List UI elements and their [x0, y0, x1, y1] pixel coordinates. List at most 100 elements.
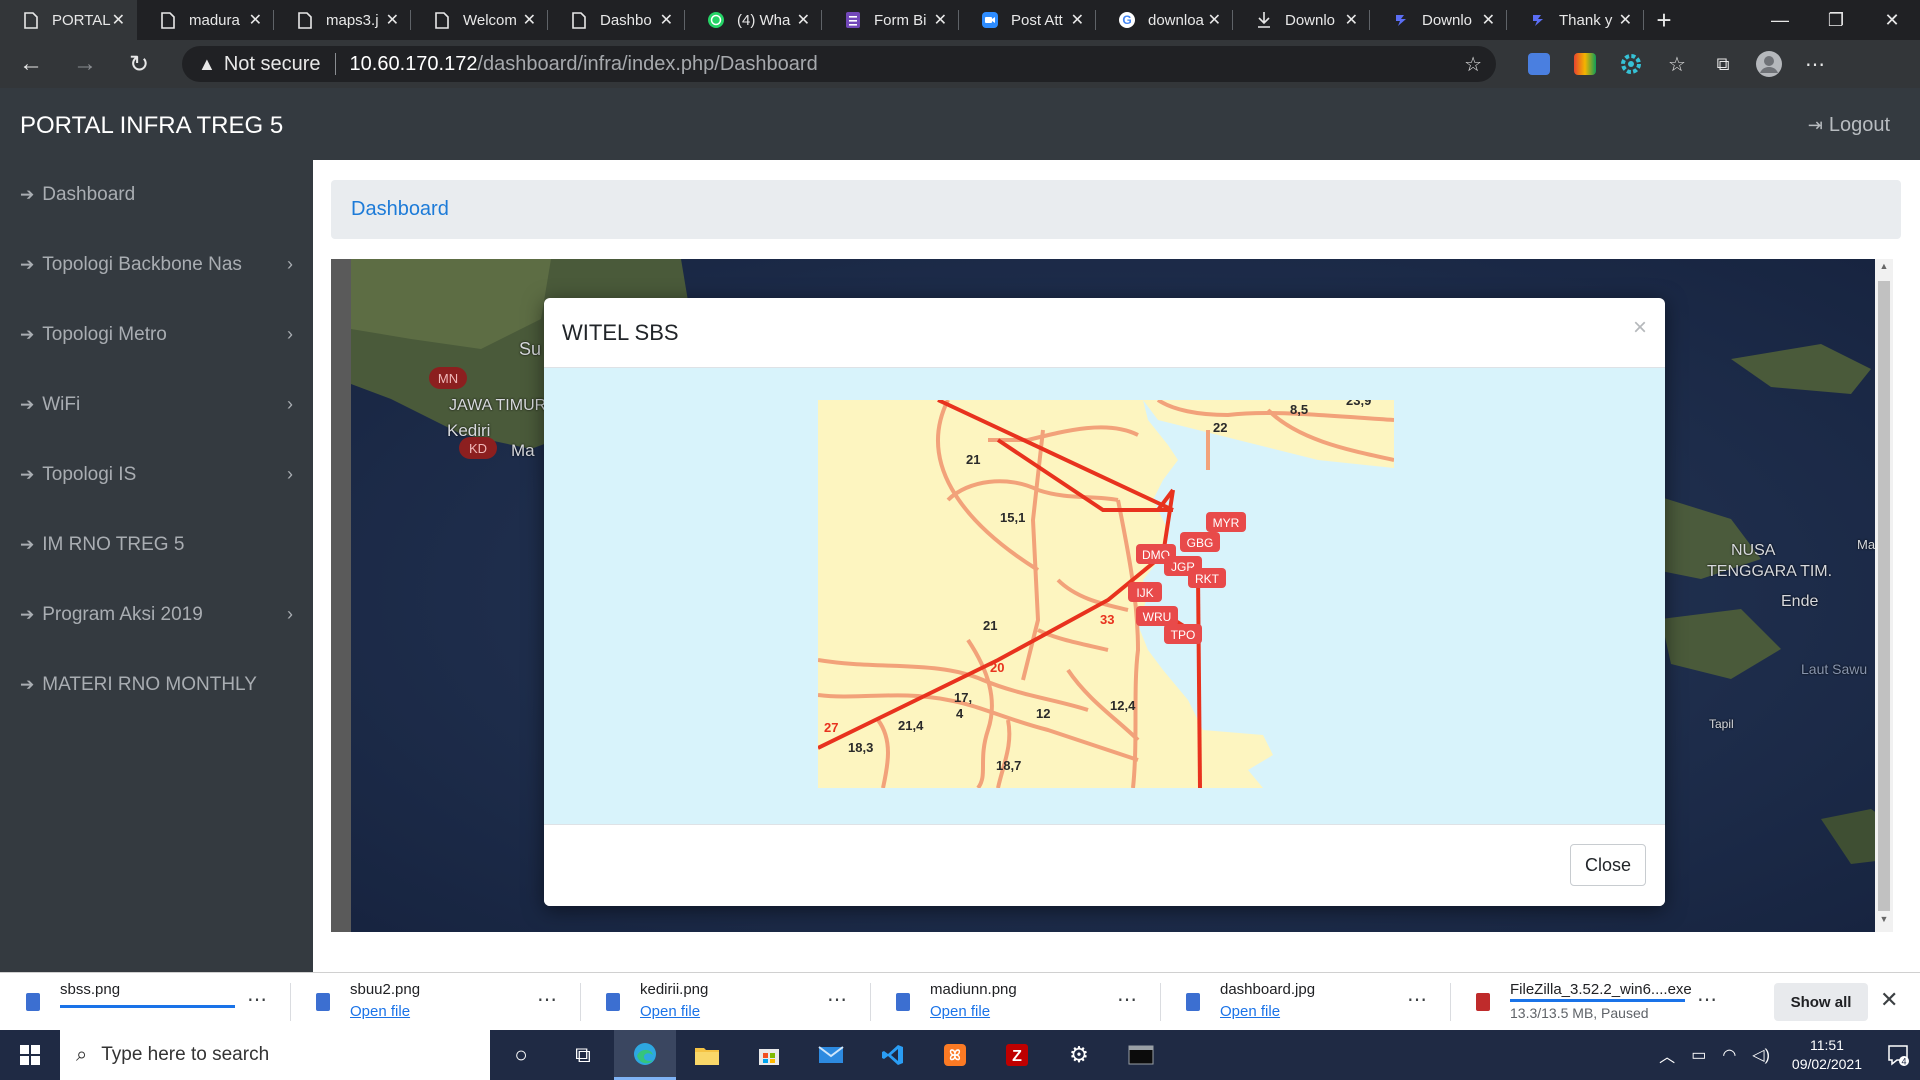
more-options-icon[interactable]: ⋯ [1697, 987, 1718, 1012]
tab-whatsapp[interactable]: (4) Wha ✕ [685, 0, 822, 40]
close-tab-icon[interactable]: ✕ [1482, 10, 1495, 30]
volume-icon[interactable]: ◁) [1752, 1045, 1770, 1065]
new-tab-button[interactable]: + [1644, 0, 1684, 40]
download-item[interactable]: madiunn.png Open file ⋯ [870, 973, 1160, 1031]
url-path[interactable]: /dashboard/infra/index.php/Dashboard [477, 53, 817, 76]
battery-icon[interactable]: ▭ [1691, 1045, 1706, 1065]
close-tab-icon[interactable]: ✕ [934, 10, 947, 30]
more-options-icon[interactable]: ⋯ [1407, 987, 1428, 1012]
minimize-icon[interactable]: — [1752, 0, 1808, 40]
security-status[interactable]: Not secure [224, 53, 321, 76]
download-item[interactable]: sbuu2.png Open file ⋯ [290, 973, 580, 1031]
close-tab-icon[interactable]: ✕ [1208, 10, 1221, 30]
tab-post-attendance[interactable]: Post Att ✕ [959, 0, 1096, 40]
colorful-extension-icon[interactable] [1562, 44, 1608, 84]
site-label[interactable]: WRU [1143, 610, 1172, 624]
open-file-link[interactable]: Open file [1220, 1003, 1280, 1020]
close-tab-icon[interactable]: ✕ [1345, 10, 1358, 30]
map-marker-mn[interactable]: MN [429, 367, 467, 389]
tray-chevron-up-icon[interactable]: ︿ [1659, 1043, 1675, 1067]
modal-close-icon[interactable]: × [1633, 314, 1647, 342]
breadcrumb-dashboard-link[interactable]: Dashboard [351, 198, 449, 221]
file-explorer-icon[interactable] [676, 1030, 738, 1080]
witel-sbs-map[interactable]: 21 15,1 21 20 27 18,3 21,4 17, 4 12 12,4… [818, 400, 1394, 788]
tab-welcome[interactable]: Welcom ✕ [411, 0, 548, 40]
tab-dashboard[interactable]: Dashbo ✕ [548, 0, 685, 40]
sidebar-item-wifi[interactable]: ➔ WiFi › [0, 370, 313, 440]
close-tab-icon[interactable]: ✕ [523, 10, 536, 30]
download-item[interactable]: kedirii.png Open file ⋯ [580, 973, 870, 1031]
more-options-icon[interactable]: ⋯ [1117, 987, 1138, 1012]
settings-gear-icon[interactable]: ⚙ [1048, 1030, 1110, 1080]
scroll-up-icon[interactable]: ▲ [1875, 261, 1893, 277]
tab-portal[interactable]: PORTAL ✕ [0, 0, 137, 40]
scroll-thumb[interactable] [1878, 281, 1890, 911]
sidebar-item-topologi-metro[interactable]: ➔ Topologi Metro › [0, 300, 313, 370]
wifi-icon[interactable]: ◠ [1722, 1045, 1736, 1065]
app-brand[interactable]: PORTAL INFRA TREG 5 [20, 112, 283, 140]
sidebar-item-im-rno[interactable]: ➔ IM RNO TREG 5 [0, 510, 313, 580]
modal-close-button[interactable]: Close [1570, 844, 1646, 886]
more-options-icon[interactable]: ⋯ [827, 987, 848, 1012]
close-tab-icon[interactable]: ✕ [112, 10, 125, 30]
site-label[interactable]: RKT [1195, 572, 1220, 586]
close-downloads-icon[interactable]: ✕ [1880, 987, 1898, 1013]
more-options-icon[interactable]: ⋯ [537, 987, 558, 1012]
close-tab-icon[interactable]: ✕ [1071, 10, 1084, 30]
cortana-icon[interactable]: ○ [490, 1030, 552, 1080]
windows-start-icon[interactable] [0, 1030, 60, 1080]
open-file-link[interactable]: Open file [930, 1003, 990, 1020]
task-view-icon[interactable]: ⧉ [552, 1030, 614, 1080]
translate-extension-icon[interactable] [1516, 44, 1562, 84]
back-icon[interactable]: ← [8, 44, 54, 84]
xampp-icon[interactable]: ꕤ [924, 1030, 986, 1080]
logout-link[interactable]: ⇥ Logout [1808, 114, 1890, 137]
open-file-link[interactable]: Open file [350, 1003, 410, 1020]
close-tab-icon[interactable]: ✕ [660, 10, 673, 30]
open-file-link[interactable]: Open file [640, 1003, 700, 1020]
edge-browser-icon[interactable] [614, 1030, 676, 1080]
taskbar-clock[interactable]: 11:51 09/02/2021 [1792, 1036, 1862, 1074]
address-bar[interactable]: ▲ Not secure 10.60.170.172/dashboard/inf… [182, 46, 1496, 82]
gear-extension-icon[interactable] [1608, 44, 1654, 84]
warning-icon[interactable]: ▲ [198, 54, 216, 75]
vscode-icon[interactable] [862, 1030, 924, 1080]
profile-avatar-icon[interactable] [1746, 44, 1792, 84]
reload-icon[interactable]: ↻ [116, 44, 162, 84]
forward-icon[interactable]: → [62, 44, 108, 84]
terminal-icon[interactable] [1110, 1030, 1172, 1080]
collections-icon[interactable]: ⧉ [1700, 44, 1746, 84]
microsoft-store-icon[interactable] [738, 1030, 800, 1080]
sidebar-item-dashboard[interactable]: ➔ Dashboard [0, 160, 313, 230]
download-item[interactable]: sbss.png ⋯ [0, 973, 290, 1031]
tab-download-2[interactable]: Downlo ✕ [1370, 0, 1507, 40]
tab-download-1[interactable]: Downlo ✕ [1233, 0, 1370, 40]
sidebar-item-materi-rno[interactable]: ➔ MATERI RNO MONTHLY [0, 650, 313, 720]
more-menu-icon[interactable]: ⋯ [1792, 44, 1838, 84]
show-all-downloads-button[interactable]: Show all [1774, 983, 1868, 1021]
tab-google-download[interactable]: G downloa ✕ [1096, 0, 1233, 40]
tab-maps3[interactable]: maps3.j ✕ [274, 0, 411, 40]
notification-center-icon[interactable]: 4 [1876, 1030, 1920, 1080]
favorites-icon[interactable]: ☆ [1654, 44, 1700, 84]
site-label[interactable]: GBG [1187, 536, 1214, 550]
sidebar-item-topologi-backbone[interactable]: ➔ Topologi Backbone Nas › [0, 230, 313, 300]
more-options-icon[interactable]: ⋯ [247, 987, 268, 1012]
sidebar-item-topologi-is[interactable]: ➔ Topologi IS › [0, 440, 313, 510]
bookmark-star-icon[interactable]: ☆ [1464, 52, 1482, 77]
tab-thank-you[interactable]: Thank y ✕ [1507, 0, 1644, 40]
scroll-down-icon[interactable]: ▼ [1875, 914, 1893, 930]
restore-icon[interactable]: ❐ [1808, 0, 1864, 40]
close-tab-icon[interactable]: ✕ [1619, 10, 1632, 30]
site-label[interactable]: TPO [1171, 628, 1196, 642]
site-label[interactable]: IJK [1136, 586, 1153, 600]
download-item[interactable]: FileZilla_3.52.2_win6....exe 13.3/13.5 M… [1450, 973, 1740, 1031]
close-tab-icon[interactable]: ✕ [797, 10, 810, 30]
download-item[interactable]: dashboard.jpg Open file ⋯ [1160, 973, 1450, 1031]
site-label[interactable]: MYR [1213, 516, 1240, 530]
close-tab-icon[interactable]: ✕ [386, 10, 399, 30]
tab-madura[interactable]: madura ✕ [137, 0, 274, 40]
close-tab-icon[interactable]: ✕ [249, 10, 262, 30]
map-scrollbar[interactable]: ▲ ▼ [1875, 259, 1893, 932]
close-window-icon[interactable]: ✕ [1864, 0, 1920, 40]
